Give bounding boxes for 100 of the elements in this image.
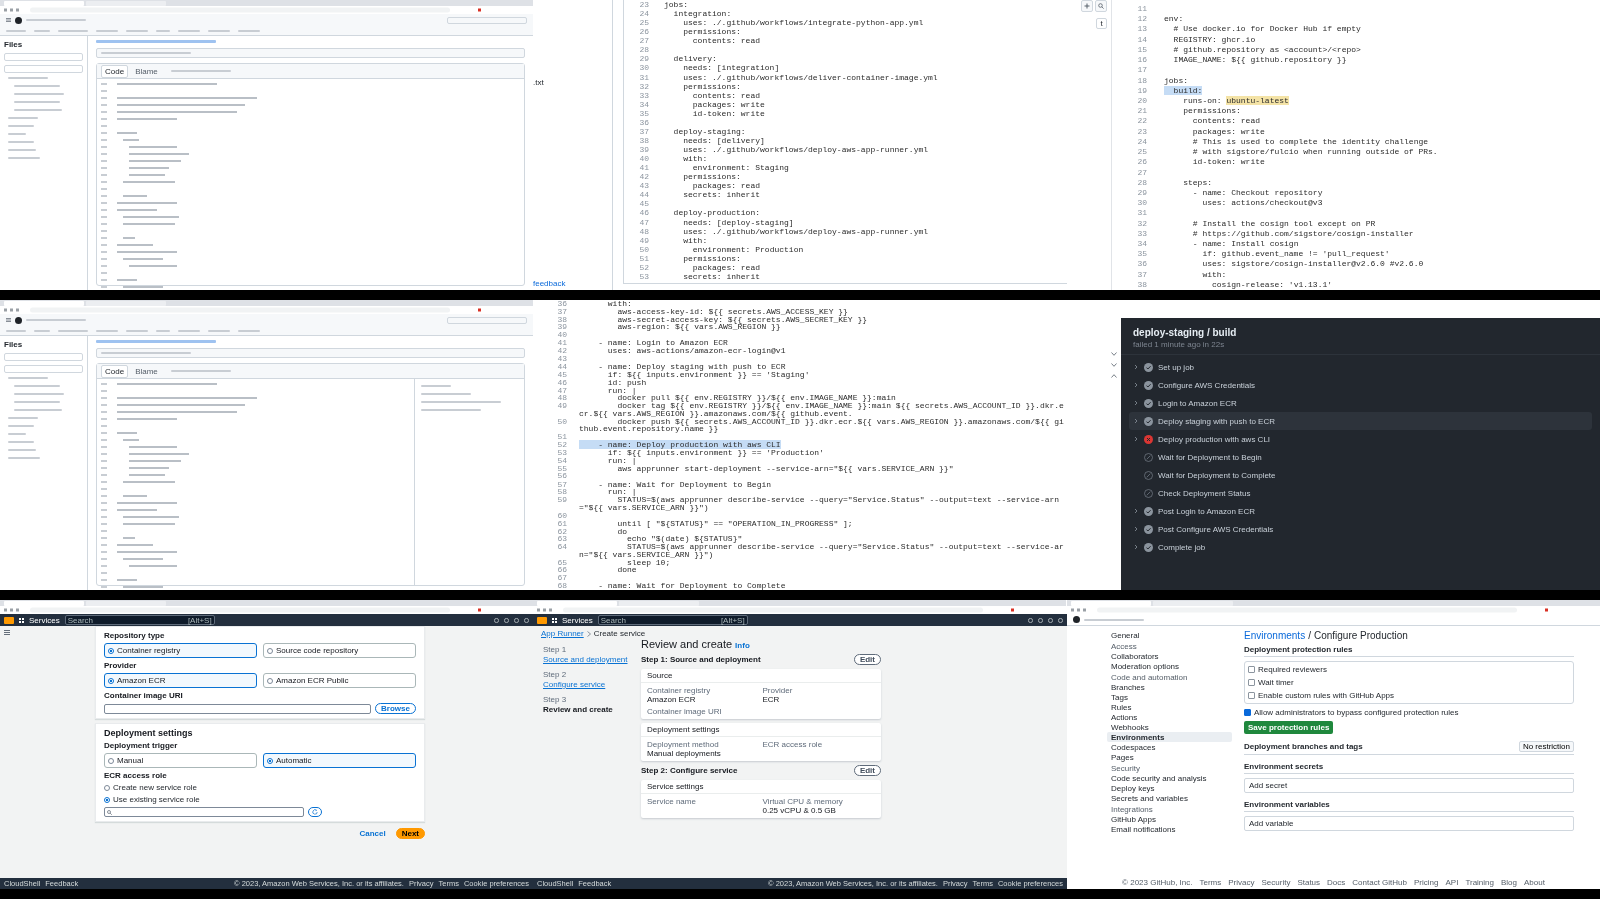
settings-nav-item[interactable]: Branches	[1107, 682, 1232, 692]
option-card[interactable]: Automatic	[263, 753, 416, 768]
job-step[interactable]: Wait for Deployment to Begin	[1129, 448, 1592, 466]
footer-link[interactable]: API	[1445, 878, 1459, 887]
settings-nav-item[interactable]: Codespaces	[1107, 742, 1232, 752]
view-tab[interactable]: Blame	[131, 364, 162, 378]
code-line: deploy-production:	[672, 208, 761, 218]
radio-label: Use existing service role	[113, 795, 200, 804]
settings-nav-item[interactable]: General	[1107, 630, 1232, 640]
job-step[interactable]: Deploy staging with push to ECR	[1129, 412, 1592, 430]
radio-button[interactable]	[104, 784, 110, 791]
job-step[interactable]: Configure AWS Credentials	[1129, 376, 1592, 394]
chevron-down-icon	[1111, 363, 1117, 367]
feedback-link[interactable]: feedback	[533, 279, 612, 288]
breadcrumb[interactable]: App Runner	[541, 629, 584, 638]
code-line: contents: read	[1191, 116, 1261, 126]
settings-nav-item[interactable]: Deploy keys	[1107, 783, 1232, 793]
job-step[interactable]: Complete job	[1129, 538, 1592, 556]
search-field[interactable]	[104, 807, 304, 817]
info-link[interactable]: Info	[735, 641, 750, 650]
settings-nav-item[interactable]: Environments	[1107, 732, 1232, 742]
job-step[interactable]: Post Configure AWS Credentials	[1129, 520, 1592, 538]
chevron-right-icon	[1133, 436, 1139, 442]
chevron-down-icon	[1111, 352, 1117, 356]
line-number: 63	[556, 535, 567, 543]
checkbox[interactable]	[1248, 679, 1255, 686]
footer-link[interactable]: Privacy	[1228, 878, 1255, 887]
settings-nav-item[interactable]: Collaborators	[1107, 651, 1232, 661]
option-card[interactable]: Amazon ECR	[104, 673, 257, 688]
step-link[interactable]: Review and create	[543, 705, 641, 714]
settings-nav-item[interactable]: Secrets and variables	[1107, 793, 1232, 803]
add-button[interactable]: Add variable	[1244, 816, 1574, 831]
dropdown-button[interactable]: No restriction	[1518, 741, 1574, 752]
line-number: 59	[556, 496, 567, 504]
footer-link[interactable]: About	[1524, 878, 1545, 887]
job-step[interactable]: Login to Amazon ECR	[1129, 394, 1592, 412]
footer-link[interactable]: Contact GitHub	[1352, 878, 1407, 887]
search-field[interactable]: Search [Alt+S]	[597, 615, 748, 625]
line-number: 14	[1136, 34, 1147, 45]
section-heading: Deployment protection rules	[1244, 645, 1574, 657]
option-card[interactable]: Container registry	[104, 643, 257, 658]
settings-nav-item[interactable]: Moderation options	[1107, 661, 1232, 671]
settings-nav-item[interactable]: Webhooks	[1107, 722, 1232, 732]
section-heading: Deployment settings	[104, 728, 194, 738]
branch-selector[interactable]	[4, 353, 83, 361]
job-step[interactable]: Post Login to Amazon ECR	[1129, 502, 1592, 520]
nav-group-heading: Access	[1110, 641, 1138, 651]
job-step[interactable]: Deploy production with aws CLI	[1129, 430, 1592, 448]
footer-link[interactable]: Training	[1465, 878, 1494, 887]
edit-button[interactable]: Edit	[853, 765, 881, 776]
option-card[interactable]: Manual	[104, 753, 257, 768]
services-menu[interactable]: Services	[29, 615, 60, 625]
settings-nav-item[interactable]: Rules	[1107, 702, 1232, 712]
file-filter-field[interactable]	[4, 65, 83, 73]
view-tab[interactable]: Blame	[131, 64, 162, 78]
view-tab[interactable]: Code	[101, 364, 129, 378]
cancel-button[interactable]: Cancel	[353, 828, 392, 839]
input-field[interactable]	[104, 703, 372, 714]
footer-link[interactable]: Security	[1261, 878, 1291, 887]
breadcrumb-link[interactable]: Environments	[1244, 630, 1306, 641]
refresh-button[interactable]	[308, 807, 322, 817]
checkbox[interactable]	[1244, 709, 1251, 716]
footer-link[interactable]: Docs	[1327, 878, 1346, 887]
file-filter-field[interactable]	[4, 365, 83, 373]
field-value: ECR	[762, 695, 781, 704]
settings-nav-item[interactable]: Tags	[1107, 692, 1232, 702]
next-button[interactable]: Next	[395, 828, 425, 839]
job-step[interactable]: Set up job	[1129, 358, 1592, 376]
checkbox[interactable]	[1248, 692, 1255, 699]
browse-button[interactable]: Browse	[375, 703, 416, 714]
job-step[interactable]: Wait for Deployment to Complete	[1129, 466, 1592, 484]
settings-nav-item[interactable]: Email notifications	[1107, 824, 1232, 834]
settings-nav-item[interactable]: Actions	[1107, 712, 1232, 722]
services-menu[interactable]: Services	[562, 615, 593, 625]
edit-button[interactable]: Edit	[853, 654, 881, 665]
footer-link[interactable]: Pricing	[1414, 878, 1439, 887]
code-line: id-token: write	[691, 108, 765, 118]
option-card[interactable]: Amazon ECR Public	[263, 673, 416, 688]
view-tab[interactable]: Code	[101, 64, 129, 78]
chevron-right-icon	[1133, 418, 1139, 424]
checkbox[interactable]	[1248, 666, 1255, 673]
settings-nav-item[interactable]: GitHub Apps	[1107, 814, 1232, 824]
footer-link[interactable]: Blog	[1501, 878, 1517, 887]
search-field[interactable]: Search [Alt+S]	[64, 615, 215, 625]
job-step[interactable]: Check Deployment Status	[1129, 484, 1592, 502]
settings-nav-item[interactable]: Code security and analysis	[1107, 773, 1232, 783]
save-button[interactable]: Save protection rules	[1244, 721, 1334, 734]
footer-link[interactable]: Status	[1297, 878, 1321, 887]
line-number: 26	[638, 27, 649, 37]
step-link[interactable]: Source and deployment	[543, 655, 641, 664]
add-file-button[interactable]	[1081, 0, 1093, 12]
branch-selector[interactable]	[4, 53, 83, 61]
code-line: # https://github.com/sigstore/cosign-installer	[1191, 228, 1414, 238]
radio-button[interactable]	[104, 796, 110, 803]
add-button[interactable]: Add secret	[1244, 778, 1574, 793]
footer-link[interactable]: Terms	[1199, 878, 1222, 887]
option-card[interactable]: Source code repository	[263, 643, 416, 658]
settings-nav-item[interactable]: Pages	[1107, 752, 1232, 762]
search-button[interactable]	[1095, 0, 1107, 12]
step-link[interactable]: Configure service	[543, 680, 641, 689]
